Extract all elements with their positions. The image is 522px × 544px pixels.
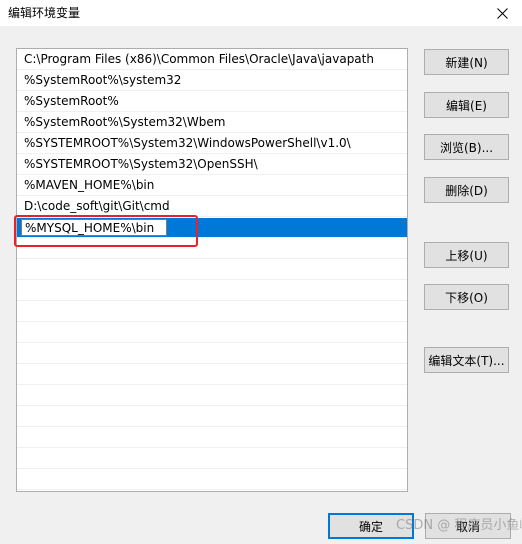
list-item[interactable]: %SystemRoot%\System32\Wbem	[17, 113, 407, 133]
list-row-empty[interactable]	[17, 365, 407, 385]
list-row-empty[interactable]	[17, 407, 407, 427]
list-item[interactable]: %SYSTEMROOT%\System32\WindowsPowerShell\…	[17, 134, 407, 154]
edit-env-var-dialog: 编辑环境变量 C:\Program Files (x86)\Common Fil…	[0, 0, 522, 544]
path-edit-input[interactable]	[21, 219, 167, 236]
cancel-button[interactable]: 取消	[425, 513, 511, 539]
list-row-empty[interactable]	[17, 470, 407, 490]
move-up-button[interactable]: 上移(U)	[424, 242, 509, 268]
move-down-button[interactable]: 下移(O)	[424, 284, 509, 310]
close-button[interactable]	[482, 0, 522, 26]
list-row-empty[interactable]	[17, 449, 407, 469]
delete-button[interactable]: 删除(D)	[424, 177, 509, 203]
list-row-empty[interactable]	[17, 386, 407, 406]
list-row-empty[interactable]	[17, 281, 407, 301]
path-listbox[interactable]: C:\Program Files (x86)\Common Files\Orac…	[16, 48, 408, 492]
edit-text-button[interactable]: 编辑文本(T)...	[424, 347, 509, 373]
new-button[interactable]: 新建(N)	[424, 49, 509, 75]
window-title: 编辑环境变量	[8, 6, 81, 20]
list-item[interactable]: %SystemRoot%\system32	[17, 71, 407, 91]
list-row-empty[interactable]	[17, 323, 407, 343]
edit-button[interactable]: 编辑(E)	[424, 92, 509, 118]
list-item[interactable]: %SYSTEMROOT%\System32\OpenSSH\	[17, 155, 407, 175]
list-item-selected[interactable]	[17, 218, 407, 238]
close-icon	[496, 7, 508, 19]
ok-button[interactable]: 确定	[328, 513, 414, 539]
list-row-empty[interactable]	[17, 239, 407, 259]
list-item[interactable]: %MAVEN_HOME%\bin	[17, 176, 407, 196]
list-row-empty[interactable]	[17, 428, 407, 448]
list-row-empty[interactable]	[17, 344, 407, 364]
list-item[interactable]: D:\code_soft\git\Git\cmd	[17, 197, 407, 217]
list-row-empty[interactable]	[17, 260, 407, 280]
title-bar: 编辑环境变量	[0, 0, 522, 26]
list-item[interactable]: %SystemRoot%	[17, 92, 407, 112]
list-item[interactable]: C:\Program Files (x86)\Common Files\Orac…	[17, 50, 407, 70]
browse-button[interactable]: 浏览(B)...	[424, 134, 509, 160]
list-row-empty[interactable]	[17, 302, 407, 322]
